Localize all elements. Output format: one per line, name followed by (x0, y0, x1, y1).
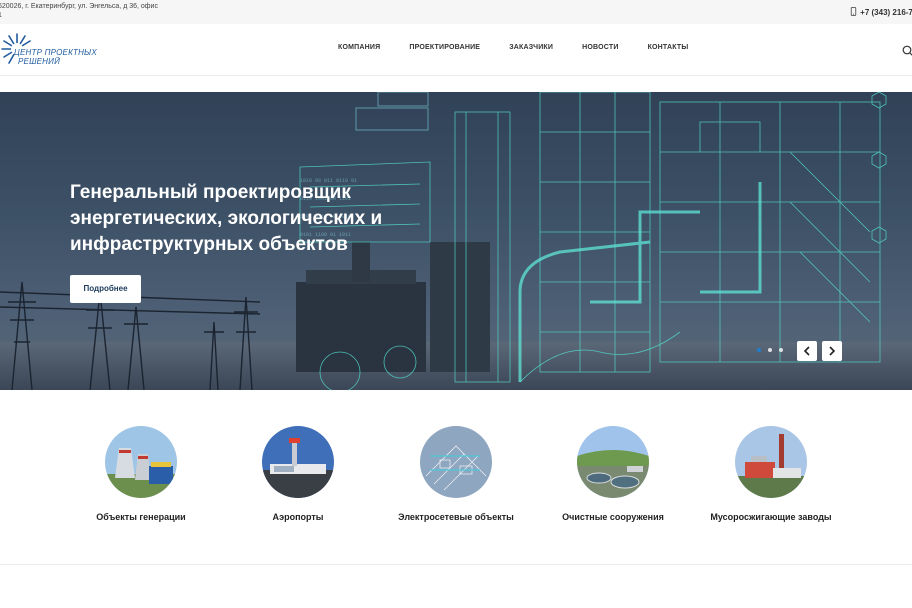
logo-text-line2: РЕШЕНИЙ (18, 57, 60, 66)
nav-item-contacts[interactable]: КОНТАКТЫ (648, 44, 689, 56)
phone-link[interactable]: +7 (343) 216-78- (850, 7, 912, 17)
category-label: Аэропорты (272, 512, 324, 522)
chevron-right-icon (829, 346, 836, 356)
phone-icon (850, 7, 857, 16)
project-categories: Объекты генерации Аэропорты Электросетев… (0, 390, 912, 565)
nav-item-company[interactable]: КОМПАНИЯ (338, 44, 380, 56)
category-power-grid[interactable]: Электросетевые объекты (381, 426, 531, 522)
category-image-airports (262, 426, 334, 498)
chevron-left-icon (803, 346, 810, 356)
nav-item-news[interactable]: НОВОСТИ (582, 44, 618, 56)
hero-title-line: инфраструктурных объектов (70, 234, 348, 255)
nav-item-clients[interactable]: ЗАКАЗЧИКИ (509, 44, 553, 56)
slider-next-button[interactable] (822, 341, 842, 361)
category-generation[interactable]: Объекты генерации (66, 426, 216, 522)
category-label: Электросетевые объекты (398, 512, 514, 522)
category-image-generation (105, 426, 177, 498)
slider-dots (757, 348, 790, 352)
category-incineration[interactable]: Мусоросжигающие заводы (696, 426, 846, 522)
nav-item-design[interactable]: ПРОЕКТИРОВАНИЕ (409, 44, 480, 56)
category-label: Мусоросжигающие заводы (710, 512, 832, 522)
slider-dot[interactable] (768, 348, 772, 352)
slider-dot[interactable] (779, 348, 783, 352)
search-icon[interactable] (902, 45, 912, 57)
slider-dot[interactable] (757, 348, 761, 352)
site-logo[interactable]: ЦЕНТР ПРОЕКТНЫХ РЕШЕНИЙ (0, 30, 110, 70)
slider-prev-button[interactable] (797, 341, 817, 361)
category-label: Объекты генерации (96, 512, 186, 522)
phone-number[interactable]: +7 (343) 216-78- (860, 8, 912, 17)
hero-title: Генеральный проектировщик энергетических… (70, 180, 450, 258)
site-header: ЦЕНТР ПРОЕКТНЫХ РЕШЕНИЙ КОМПАНИЯ ПРОЕКТИ… (0, 24, 912, 76)
category-label: Очистные сооружения (562, 512, 664, 522)
category-image-power-grid (420, 426, 492, 498)
category-airports[interactable]: Аэропорты (223, 426, 373, 522)
category-treatment[interactable]: Очистные сооружения (538, 426, 688, 522)
category-image-incineration (735, 426, 807, 498)
hero-title-line: энергетических, экологических и (70, 208, 383, 229)
more-button[interactable]: Подробнее (70, 275, 141, 303)
hero-title-line: Генеральный проектировщик (70, 182, 351, 203)
hero-slider: 1010 00 011 0110 01 0110 1001 00 1101 10… (0, 92, 912, 390)
top-info-bar: 620026, г. Екатеринбург, ул. Энгельса, д… (0, 0, 912, 24)
address-text: 620026, г. Екатеринбург, ул. Энгельса, д… (0, 3, 158, 19)
category-image-treatment (577, 426, 649, 498)
logo-text-line1: ЦЕНТР ПРОЕКТНЫХ (14, 48, 97, 57)
main-nav: КОМПАНИЯ ПРОЕКТИРОВАНИЕ ЗАКАЗЧИКИ НОВОСТ… (338, 44, 717, 56)
